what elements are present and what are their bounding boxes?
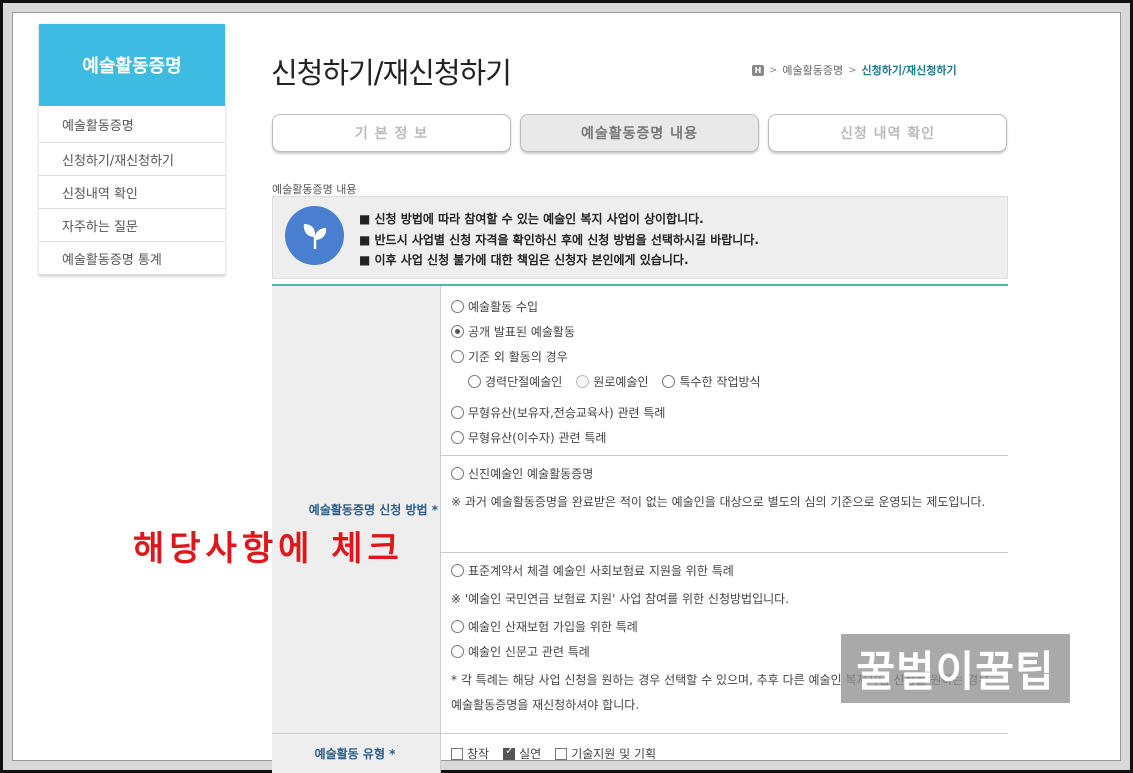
option-label: 신진예술인 예술활동증명	[468, 467, 594, 481]
checkbox-creation[interactable]: 창작	[451, 741, 489, 766]
sidebar-item-statistics[interactable]: 예술활동증명 통계	[39, 242, 225, 275]
sidebar-item-faq[interactable]: 자주하는 질문	[39, 209, 225, 242]
tab-certification-content[interactable]: 예술활동증명 내용	[520, 114, 759, 152]
option-label: 기준 외 활동의 경우	[468, 350, 568, 364]
radio-special-method[interactable]: 특수한 작업방식	[662, 373, 761, 390]
option-label: 예술활동 수입	[468, 300, 539, 314]
radio-icon[interactable]	[451, 406, 464, 419]
radio-disabled-icon[interactable]	[576, 375, 590, 388]
home-icon[interactable]: H	[752, 64, 764, 76]
radio-icon[interactable]	[451, 645, 464, 658]
radio-icon[interactable]	[451, 564, 464, 577]
radio-income[interactable]: 예술활동 수입	[451, 294, 998, 319]
exception-sub-options: 경력단절예술인 원로예술인 특수한 작업방식	[451, 369, 998, 394]
option-label: 예술인 산재보험 가입을 위한 특례	[468, 620, 638, 634]
breadcrumb: H > 예술활동증명 > 신청하기/재신청하기	[752, 62, 957, 78]
radio-senior-artist[interactable]: 원로예술인	[576, 373, 648, 390]
radio-icon[interactable]	[468, 375, 481, 388]
radio-exception[interactable]: 기준 외 활동의 경우	[451, 344, 998, 369]
radio-checked-icon[interactable]	[451, 325, 464, 338]
notice-line: ■ 반드시 사업별 신청 자격을 확인하신 후에 신청 방법을 선택하시길 바랍…	[359, 232, 759, 247]
tab-basic-info[interactable]: 기 본 정 보	[272, 114, 511, 152]
chevron-right-icon: >	[848, 64, 857, 76]
step-tabs: 기 본 정 보 예술활동증명 내용 신청 내역 확인	[272, 114, 1007, 152]
option-label: 무형유산(보유자,전승교육사) 관련 특례	[468, 406, 666, 420]
radio-emerging-artist[interactable]: 신진예술인 예술활동증명	[451, 461, 998, 486]
option-label: 무형유산(이수자) 관련 특례	[468, 431, 607, 445]
sidebar-item-history[interactable]: 신청내역 확인	[39, 176, 225, 209]
leaf-icon	[285, 206, 344, 265]
notice-line: ■ 신청 방법에 따라 참여할 수 있는 예술인 복지 사업이 상이합니다.	[359, 212, 704, 226]
pension-note: ※ '예술인 국민연금 보험료 지원' 사업 참여를 위한 신청방법입니다.	[451, 592, 790, 606]
notice-text: ■ 신청 방법에 따라 참여할 수 있는 예술인 복지 사업이 상이합니다. ■…	[359, 209, 759, 271]
notice-box: ■ 신청 방법에 따라 참여할 수 있는 예술인 복지 사업이 상이합니다. ■…	[272, 196, 1008, 279]
radio-icon[interactable]	[451, 431, 464, 444]
checkbox-technical-support[interactable]: 기술지원 및 기획	[555, 741, 656, 766]
radio-icon[interactable]	[451, 467, 464, 480]
sidebar-item-apply[interactable]: 신청하기/재신청하기	[39, 143, 225, 176]
radio-public-activity[interactable]: 공개 발표된 예술활동	[451, 319, 998, 344]
radio-icon[interactable]	[451, 300, 464, 313]
option-label: 예술인 신문고 관련 특례	[468, 645, 590, 659]
method-group-2: 신진예술인 예술활동증명 ※ 과거 예술활동증명을 완료받은 적이 없는 예술인…	[441, 456, 1008, 553]
option-label: 특수한 작업방식	[679, 375, 761, 389]
option-label: 경력단절예술인	[485, 375, 563, 389]
tab-review[interactable]: 신청 내역 확인	[768, 114, 1007, 152]
sidebar-title: 예술활동증명	[39, 24, 225, 106]
breadcrumb-level1[interactable]: 예술활동증명	[782, 62, 843, 78]
option-label: 실연	[519, 747, 542, 761]
method-label: 예술활동증명 신청 방법 *	[272, 286, 441, 733]
method-group-1: 예술활동 수입 공개 발표된 예술활동 기준 외 활동의 경우 경력단절예술인 …	[441, 286, 1008, 456]
watermark: 꿀벌이꿀팁	[841, 634, 1070, 703]
radio-intangible-trainee[interactable]: 무형유산(이수자) 관련 특례	[451, 425, 998, 450]
option-label: 표준계약서 체결 예술인 사회보험료 지원을 위한 특례	[468, 564, 734, 578]
annotation-text: 해당사항에 체크	[133, 529, 404, 569]
radio-intangible-holder[interactable]: 무형유산(보유자,전승교육사) 관련 특례	[451, 400, 998, 425]
type-options: 창작 실연 기술지원 및 기획	[441, 734, 1008, 773]
sidebar: 예술활동증명 예술활동증명 신청하기/재신청하기 신청내역 확인 자주하는 질문…	[39, 24, 225, 275]
option-label: 창작	[467, 747, 490, 761]
type-label: 예술활동 유형 *	[272, 734, 441, 773]
type-row: 예술활동 유형 * 창작 실연 기술지원 및 기획	[272, 734, 1008, 773]
sidebar-item-art-certification[interactable]: 예술활동증명	[39, 106, 225, 143]
page-title: 신청하기/재신청하기	[271, 56, 512, 90]
checkbox-icon[interactable]	[451, 747, 463, 760]
radio-icon[interactable]	[451, 620, 464, 633]
section-label: 예술활동증명 내용	[272, 183, 357, 196]
option-label: 기술지원 및 기획	[571, 747, 657, 761]
emerging-artist-note: ※ 과거 예술활동증명을 완료받은 적이 없는 예술인을 대상으로 별도의 심의…	[451, 495, 986, 509]
radio-icon[interactable]	[451, 350, 464, 363]
option-label: 공개 발표된 예술활동	[468, 325, 575, 339]
breadcrumb-current[interactable]: 신청하기/재신청하기	[862, 62, 957, 78]
radio-career-break[interactable]: 경력단절예술인	[468, 373, 562, 390]
radio-standard-contract[interactable]: 표준계약서 체결 예술인 사회보험료 지원을 위한 특례	[451, 558, 998, 583]
option-label: 원로예술인	[593, 375, 649, 389]
checkbox-checked-icon[interactable]	[503, 746, 516, 760]
radio-icon[interactable]	[662, 375, 676, 388]
chevron-right-icon: >	[769, 64, 778, 76]
checkbox-performance[interactable]: 실연	[503, 741, 541, 766]
checkbox-icon[interactable]	[555, 747, 568, 760]
notice-line: ■ 이후 사업 신청 불가에 대한 책임은 신청자 본인에게 있습니다.	[359, 253, 689, 267]
